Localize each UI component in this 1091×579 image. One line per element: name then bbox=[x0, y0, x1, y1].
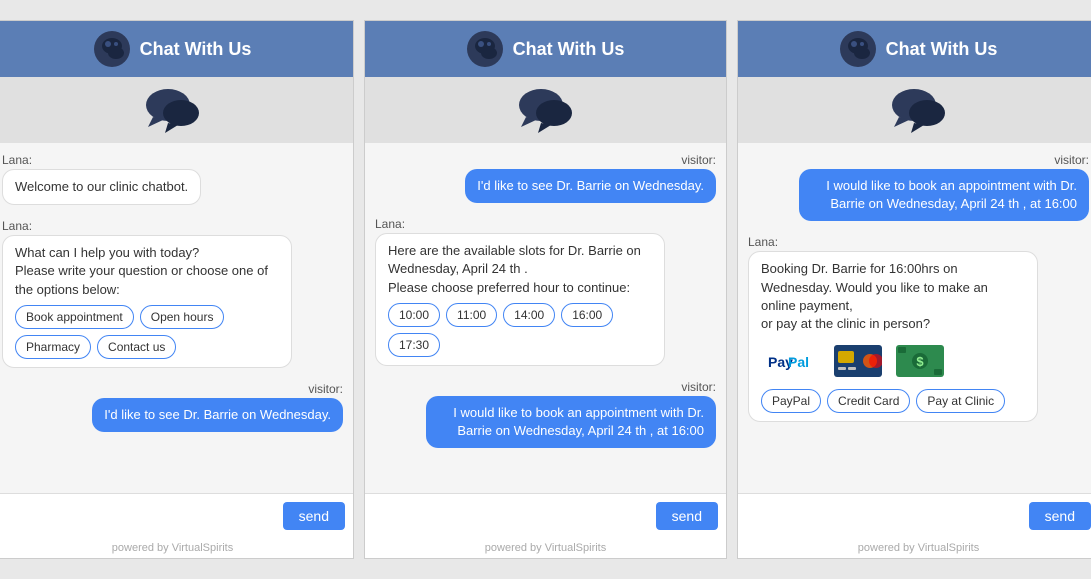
chat-window-3: Chat With Us visitor: I would like to bo… bbox=[737, 20, 1091, 559]
chat-bubble-icon-2 bbox=[516, 85, 576, 135]
svg-text:$: $ bbox=[916, 354, 924, 369]
svg-text:Pal: Pal bbox=[788, 354, 809, 370]
chat-bubble-icon-3 bbox=[889, 85, 949, 135]
visitor-label-3: visitor: bbox=[748, 153, 1089, 167]
visitor-label-2b: visitor: bbox=[375, 380, 716, 394]
chat-input-area-3: send bbox=[738, 493, 1091, 538]
lana-options-row: Lana: What can I help you with today? Pl… bbox=[2, 219, 343, 376]
visitor-label-1: visitor: bbox=[2, 382, 343, 396]
chat-input-3[interactable] bbox=[746, 504, 1029, 528]
option-buttons-1: Book appointment Open hours Pharmacy Con… bbox=[15, 305, 279, 359]
lana-options-bubble: What can I help you with today? Please w… bbox=[2, 235, 292, 368]
chat-input-2[interactable] bbox=[373, 504, 656, 528]
visitor-msg2-row-1: visitor: I'd like to see Dr. Barrie on W… bbox=[375, 153, 716, 211]
chat-header-3: Chat With Us bbox=[738, 21, 1091, 77]
send-button-3[interactable]: send bbox=[1029, 502, 1091, 530]
visitor-bubble-2b: I would like to book an appointment with… bbox=[426, 396, 716, 448]
lana-label-2: Lana: bbox=[2, 219, 343, 233]
btn-book-appointment[interactable]: Book appointment bbox=[15, 305, 134, 329]
payment-buttons: PayPal Credit Card Pay at Clinic bbox=[761, 389, 1025, 413]
chat-icon-1 bbox=[94, 31, 130, 67]
chat-header-1: Chat With Us bbox=[0, 21, 353, 77]
btn-credit-card[interactable]: Credit Card bbox=[827, 389, 910, 413]
visitor-label-2a: visitor: bbox=[375, 153, 716, 167]
lana-msg2-line2: Please write your question or choose one… bbox=[15, 263, 268, 296]
time-1730[interactable]: 17:30 bbox=[388, 333, 440, 357]
time-1100[interactable]: 11:00 bbox=[446, 303, 497, 327]
visitor-msg3-row: visitor: I would like to book an appoint… bbox=[748, 153, 1089, 229]
chat-input-area-2: send bbox=[365, 493, 726, 538]
visitor-bubble-1: I'd like to see Dr. Barrie on Wednesday. bbox=[92, 398, 343, 432]
time-1600[interactable]: 16:00 bbox=[561, 303, 613, 327]
payment-icons: Pay Pal bbox=[761, 343, 1025, 379]
chat-icon-area-1 bbox=[0, 77, 353, 143]
btn-open-hours[interactable]: Open hours bbox=[140, 305, 225, 329]
lana-payment-bubble: Booking Dr. Barrie for 16:00hrs on Wedne… bbox=[748, 251, 1038, 422]
send-button-2[interactable]: send bbox=[656, 502, 718, 530]
powered-by-1: powered by VirtualSpirits bbox=[0, 538, 353, 558]
btn-contact-us[interactable]: Contact us bbox=[97, 335, 176, 359]
lana-slots-line2: Please choose preferred hour to continue… bbox=[388, 280, 630, 295]
time-slot-buttons: 10:00 11:00 14:00 16:00 17:30 bbox=[388, 303, 652, 357]
credit-card-icon bbox=[833, 343, 883, 379]
lana-welcome-bubble: Welcome to our clinic chatbot. bbox=[2, 169, 201, 205]
chat-container: Chat With Us Lana: Welcome to our clinic… bbox=[0, 20, 1091, 559]
time-1000[interactable]: 10:00 bbox=[388, 303, 440, 327]
btn-pharmacy[interactable]: Pharmacy bbox=[15, 335, 91, 359]
chat-header-title-3: Chat With Us bbox=[886, 39, 998, 60]
chat-input-1[interactable] bbox=[0, 504, 283, 528]
lana-slots-line1: Here are the available slots for Dr. Bar… bbox=[388, 243, 641, 276]
chat-header-title-2: Chat With Us bbox=[513, 39, 625, 60]
powered-by-3: powered by VirtualSpirits bbox=[738, 538, 1091, 558]
chat-window-1: Chat With Us Lana: Welcome to our clinic… bbox=[0, 20, 354, 559]
lana-payment-msg: Booking Dr. Barrie for 16:00hrs on Wedne… bbox=[761, 261, 988, 331]
visitor-bubble-2a: I'd like to see Dr. Barrie on Wednesday. bbox=[465, 169, 716, 203]
btn-pay-at-clinic[interactable]: Pay at Clinic bbox=[916, 389, 1005, 413]
lana-payment-row: Lana: Booking Dr. Barrie for 16:00hrs on… bbox=[748, 235, 1089, 430]
time-1400[interactable]: 14:00 bbox=[503, 303, 555, 327]
chat-icon-area-2 bbox=[365, 77, 726, 143]
visitor-msg1-row: visitor: I'd like to see Dr. Barrie on W… bbox=[2, 382, 343, 440]
lana-label-2a: Lana: bbox=[375, 217, 716, 231]
chat-window-2: Chat With Us visitor: I'd like to see Dr… bbox=[364, 20, 727, 559]
lana-slots-row: Lana: Here are the available slots for D… bbox=[375, 217, 716, 374]
chat-input-area-1: send bbox=[0, 493, 353, 538]
chat-header-title-1: Chat With Us bbox=[140, 39, 252, 60]
paypal-icon: Pay Pal bbox=[761, 343, 821, 379]
lana-msg2-line1: What can I help you with today? bbox=[15, 245, 199, 260]
lana-welcome-row: Lana: Welcome to our clinic chatbot. bbox=[2, 153, 343, 213]
chat-messages-1: Lana: Welcome to our clinic chatbot. Lan… bbox=[0, 143, 353, 493]
lana-label-1: Lana: bbox=[2, 153, 343, 167]
cash-icon: $ bbox=[895, 343, 945, 379]
chat-bubble-icon-1 bbox=[143, 85, 203, 135]
visitor-msg2-row-2: visitor: I would like to book an appoint… bbox=[375, 380, 716, 456]
chat-messages-2: visitor: I'd like to see Dr. Barrie on W… bbox=[365, 143, 726, 493]
send-button-1[interactable]: send bbox=[283, 502, 345, 530]
chat-icon-area-3 bbox=[738, 77, 1091, 143]
powered-by-2: powered by VirtualSpirits bbox=[365, 538, 726, 558]
chat-icon-3 bbox=[840, 31, 876, 67]
btn-paypal[interactable]: PayPal bbox=[761, 389, 821, 413]
lana-slots-bubble: Here are the available slots for Dr. Bar… bbox=[375, 233, 665, 366]
chat-messages-3: visitor: I would like to book an appoint… bbox=[738, 143, 1091, 493]
chat-header-2: Chat With Us bbox=[365, 21, 726, 77]
visitor-bubble-3: I would like to book an appointment with… bbox=[799, 169, 1089, 221]
chat-icon-2 bbox=[467, 31, 503, 67]
lana-label-3: Lana: bbox=[748, 235, 1089, 249]
